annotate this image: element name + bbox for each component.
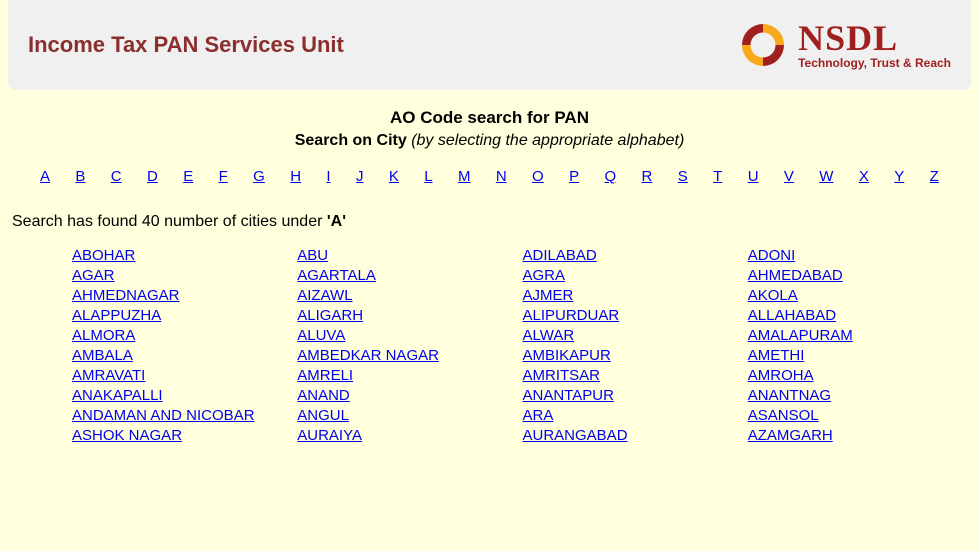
- alphabet-link-e[interactable]: E: [183, 168, 193, 185]
- city-link[interactable]: ANAKAPALLI: [72, 387, 163, 404]
- alphabet-link-r[interactable]: R: [642, 168, 653, 185]
- alphabet-link-y[interactable]: Y: [894, 168, 904, 185]
- alphabet-link-i[interactable]: I: [326, 168, 330, 185]
- content-area: AO Code search for PAN Search on City (b…: [0, 90, 979, 463]
- alphabet-row: A B C D E F G H I J K L M N O P Q R S T U V W X Y Z: [12, 168, 967, 185]
- alphabet-link-p[interactable]: P: [569, 168, 579, 185]
- city-link[interactable]: ANGUL: [297, 407, 349, 424]
- city-link[interactable]: ASANSOL: [748, 407, 819, 424]
- alphabet-link-d[interactable]: D: [147, 168, 158, 185]
- city-link[interactable]: AHMEDNAGAR: [72, 287, 180, 304]
- city-link[interactable]: ARA: [523, 407, 554, 424]
- sub-heading: Search on City (by selecting the appropr…: [12, 132, 967, 150]
- alphabet-link-m[interactable]: M: [458, 168, 471, 185]
- alphabet-link-t[interactable]: T: [713, 168, 722, 185]
- alphabet-link-c[interactable]: C: [111, 168, 122, 185]
- alphabet-link-j[interactable]: J: [356, 168, 364, 185]
- nsdl-logo-text: NSDL Technology, Trust & Reach: [798, 20, 951, 70]
- city-link[interactable]: AURANGABAD: [523, 427, 628, 444]
- sub-heading-italic: (by selecting the appropriate alphabet): [411, 132, 684, 149]
- city-link[interactable]: AZAMGARH: [748, 427, 833, 444]
- alphabet-link-n[interactable]: N: [496, 168, 507, 185]
- city-link[interactable]: AGRA: [523, 267, 566, 284]
- city-link[interactable]: ALAPPUZHA: [72, 307, 161, 324]
- sub-heading-bold: Search on City: [295, 132, 407, 149]
- alphabet-link-w[interactable]: W: [819, 168, 833, 185]
- alphabet-link-l[interactable]: L: [424, 168, 432, 185]
- alphabet-link-k[interactable]: K: [389, 168, 399, 185]
- city-link[interactable]: ANANTAPUR: [523, 387, 614, 404]
- alphabet-link-a[interactable]: A: [40, 168, 50, 185]
- result-text: Search has found 40 number of cities und…: [12, 213, 967, 231]
- city-grid: ABOHAR ABU ADILABAD ADONI AGAR AGARTALA AGRA AH…: [12, 247, 967, 445]
- alphabet-link-q[interactable]: Q: [604, 168, 616, 185]
- city-link[interactable]: AGARTALA: [297, 267, 376, 284]
- nsdl-logo: NSDL Technology, Trust & Reach: [738, 20, 951, 70]
- city-link[interactable]: ABOHAR: [72, 247, 135, 264]
- city-link[interactable]: ALIPURDUAR: [523, 307, 620, 324]
- alphabet-link-b[interactable]: B: [75, 168, 85, 185]
- city-link[interactable]: AMRELI: [297, 367, 353, 384]
- alphabet-link-u[interactable]: U: [748, 168, 759, 185]
- city-link[interactable]: AMRITSAR: [523, 367, 601, 384]
- city-link[interactable]: ALIGARH: [297, 307, 363, 324]
- city-link[interactable]: ALLAHABAD: [748, 307, 836, 324]
- nsdl-logo-main: NSDL: [798, 20, 898, 56]
- city-link[interactable]: ASHOK NAGAR: [72, 427, 182, 444]
- city-link[interactable]: AJMER: [523, 287, 574, 304]
- city-link[interactable]: AMETHI: [748, 347, 805, 364]
- city-link[interactable]: ALMORA: [72, 327, 135, 344]
- city-link[interactable]: AMBALA: [72, 347, 133, 364]
- city-link[interactable]: AMBIKAPUR: [523, 347, 611, 364]
- city-link[interactable]: AGAR: [72, 267, 115, 284]
- alphabet-link-v[interactable]: V: [784, 168, 794, 185]
- alphabet-link-s[interactable]: S: [678, 168, 688, 185]
- city-link[interactable]: ANANTNAG: [748, 387, 831, 404]
- city-link[interactable]: ADILABAD: [523, 247, 597, 264]
- city-link[interactable]: AURAIYA: [297, 427, 362, 444]
- alphabet-link-g[interactable]: G: [253, 168, 265, 185]
- page-header: Income Tax PAN Services Unit NSDL Techno…: [8, 0, 971, 90]
- nsdl-logo-icon: [738, 20, 788, 70]
- alphabet-link-x[interactable]: X: [859, 168, 869, 185]
- city-link[interactable]: ALUVA: [297, 327, 345, 344]
- main-heading: AO Code search for PAN: [12, 108, 967, 128]
- city-link[interactable]: ALWAR: [523, 327, 575, 344]
- city-link[interactable]: AMROHA: [748, 367, 814, 384]
- city-link[interactable]: ABU: [297, 247, 328, 264]
- city-link[interactable]: AMRAVATI: [72, 367, 145, 384]
- result-prefix: Search has found 40 number of cities und…: [12, 213, 327, 230]
- nsdl-logo-tagline: Technology, Trust & Reach: [798, 56, 951, 70]
- city-link[interactable]: AKOLA: [748, 287, 798, 304]
- city-link[interactable]: AMALAPURAM: [748, 327, 853, 344]
- alphabet-link-z[interactable]: Z: [930, 168, 939, 185]
- result-letter: 'A': [327, 213, 346, 230]
- alphabet-link-h[interactable]: H: [290, 168, 301, 185]
- city-link[interactable]: AHMEDABAD: [748, 267, 843, 284]
- alphabet-link-o[interactable]: O: [532, 168, 544, 185]
- city-link[interactable]: ANAND: [297, 387, 350, 404]
- city-link[interactable]: ANDAMAN AND NICOBAR: [72, 407, 255, 424]
- city-link[interactable]: AIZAWL: [297, 287, 352, 304]
- city-link[interactable]: ADONI: [748, 247, 796, 264]
- alphabet-link-f[interactable]: F: [219, 168, 228, 185]
- city-link[interactable]: AMBEDKAR NAGAR: [297, 347, 439, 364]
- header-title: Income Tax PAN Services Unit: [28, 32, 344, 58]
